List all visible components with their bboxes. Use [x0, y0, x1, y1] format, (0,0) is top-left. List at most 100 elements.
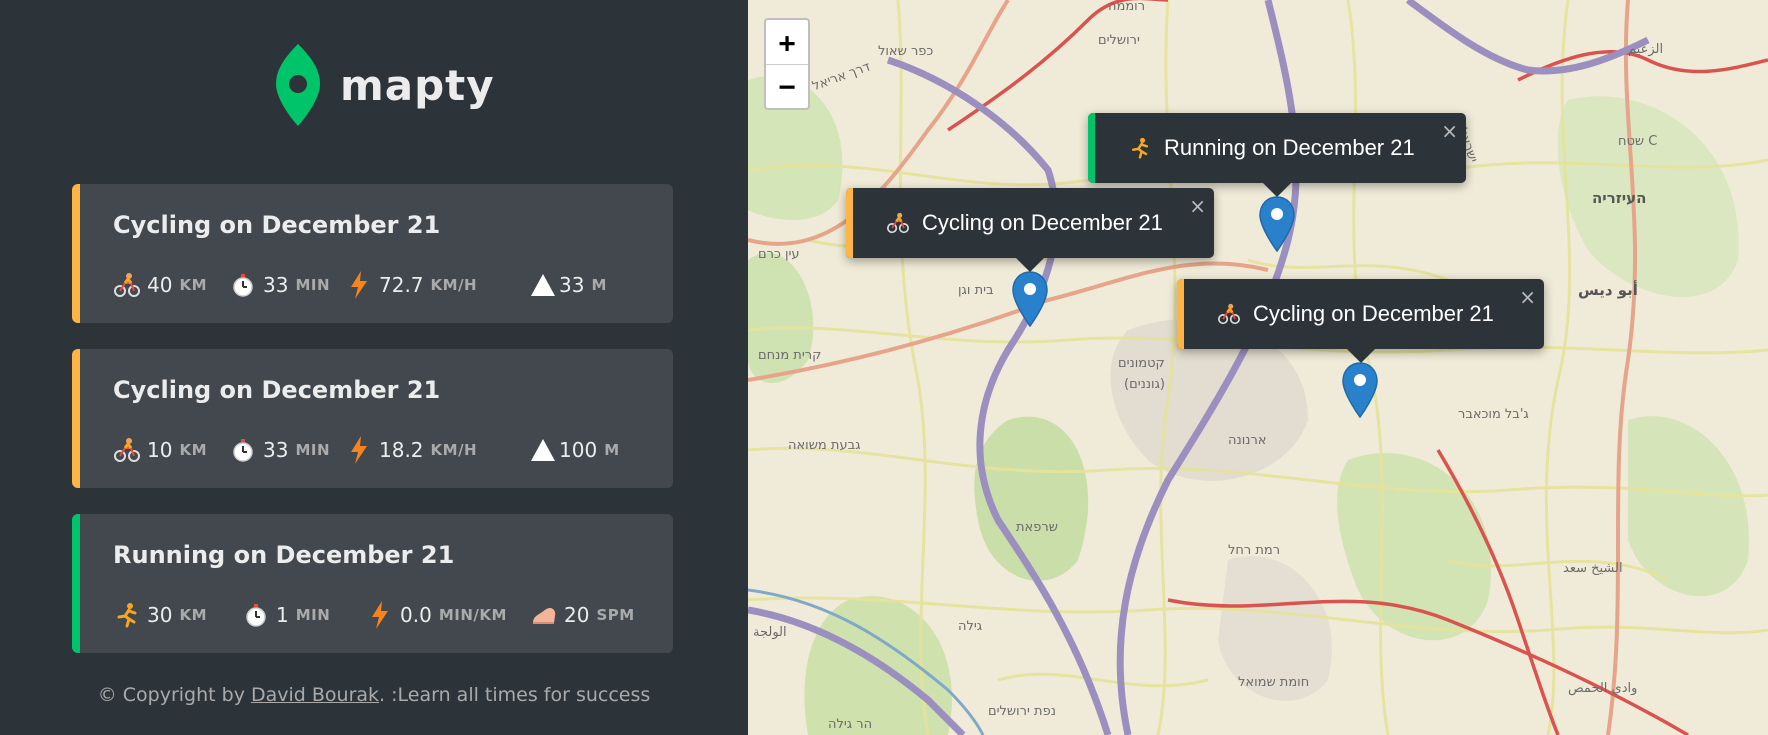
zoom-out-button[interactable]: −: [766, 64, 808, 108]
place-label: גבעת משואה: [788, 438, 860, 453]
place-label: ג'בל מוכאבר: [1458, 407, 1529, 422]
popup-tip: [1263, 183, 1291, 197]
map-pin-logo-icon: [276, 44, 320, 126]
logo-text: mapty: [340, 60, 495, 110]
workout-card[interactable]: Cycling on December 21 40 km 33 min 72.7…: [72, 184, 673, 323]
place-label: עין כרם: [758, 247, 800, 262]
place-label: ירושלים: [1098, 33, 1140, 48]
distance-value: 30: [147, 603, 173, 627]
workout-speed: 72.7 km/h: [345, 270, 477, 300]
distance-value: 40: [147, 273, 173, 297]
duration-value: 33: [263, 438, 289, 462]
place-label: ארנונה: [1228, 433, 1266, 448]
place-label: وادي الحمص: [1568, 681, 1637, 696]
runner-icon: [113, 601, 141, 629]
distance-unit: km: [179, 441, 208, 459]
author-link[interactable]: David Bourak: [251, 684, 379, 706]
place-label: الشيخ سعد: [1563, 561, 1623, 576]
mountain-icon: [529, 436, 557, 464]
duration-unit: min: [295, 276, 331, 294]
workout-popup[interactable]: Cycling on December 21 ×: [1177, 279, 1544, 363]
workout-elevation: 33 m: [529, 270, 607, 300]
stopwatch-icon: [242, 601, 270, 629]
workout-popup[interactable]: Cycling on December 21 ×: [846, 188, 1214, 272]
copyright-suffix: . :Learn all times for success: [379, 684, 651, 706]
workout-distance: 10 km: [113, 435, 207, 465]
place-label: שטח C: [1618, 134, 1657, 149]
copyright: © Copyright by David Bourak. :Learn all …: [0, 684, 748, 706]
elevation-value: 33: [559, 273, 585, 297]
workout-card[interactable]: Running on December 21 30 km 1 min 0.0 m…: [72, 514, 673, 653]
workout-duration: 33 min: [229, 435, 330, 465]
elevation-unit: m: [604, 441, 620, 459]
place-label: שרפאת: [1016, 520, 1058, 535]
popup-close-button[interactable]: ×: [1189, 194, 1206, 218]
cyclist-icon: [1217, 302, 1241, 326]
workout-duration: 33 min: [229, 270, 330, 300]
duration-value: 1: [276, 603, 289, 627]
popup-content: Cycling on December 21: [886, 210, 1163, 236]
workout-title: Cycling on December 21: [113, 211, 441, 239]
mountain-icon: [529, 271, 557, 299]
speed-unit: km/h: [430, 276, 478, 294]
place-label: קטמונים: [1118, 356, 1165, 371]
workout-popup[interactable]: Running on December 21 ×: [1088, 113, 1466, 197]
place-label: הר גילה: [828, 717, 872, 732]
place-label: כפר שאול: [878, 44, 933, 59]
distance-unit: km: [179, 606, 208, 624]
place-label: الزعيم: [1628, 42, 1663, 57]
place-label: העיזריה: [1592, 189, 1646, 207]
map-tiles[interactable]: ירושלים כפר שאול דרך אריאל שרון רוממה עי…: [748, 0, 1768, 735]
logo: mapty: [274, 44, 495, 126]
workout-card[interactable]: Cycling on December 21 10 km 33 min 18.2…: [72, 349, 673, 488]
workout-elevation: 100 m: [529, 435, 620, 465]
popup-close-button[interactable]: ×: [1519, 285, 1536, 309]
duration-value: 33: [263, 273, 289, 297]
zoom-in-button[interactable]: +: [766, 20, 808, 64]
place-label: בית וגן: [958, 283, 994, 298]
place-label: נפת ירושלים: [988, 704, 1056, 719]
speed-value: 72.7: [379, 273, 424, 297]
workout-distance: 30 km: [113, 600, 207, 630]
speed-value: 18.2: [379, 438, 424, 462]
popup-tip: [1016, 258, 1044, 272]
lightning-icon: [345, 436, 373, 464]
place-label: רמת רחל: [1228, 543, 1280, 558]
place-label: רוממה: [1108, 0, 1145, 14]
cyclist-icon: [113, 271, 141, 299]
sidebar: mapty Cycling on December 21 40 km 33 mi…: [0, 0, 748, 735]
pace-unit: min/km: [438, 606, 507, 624]
place-label: קרית מנחם: [758, 348, 821, 363]
popup-content: Cycling on December 21: [1217, 301, 1494, 327]
cyclist-icon: [886, 211, 910, 235]
popup-content: Running on December 21: [1128, 135, 1415, 161]
popup-label: Cycling on December 21: [922, 210, 1163, 235]
place-label: גילה: [958, 619, 982, 634]
map-marker-icon[interactable]: [1011, 271, 1049, 327]
popup-close-button[interactable]: ×: [1441, 119, 1458, 143]
copyright-prefix: © Copyright by: [97, 684, 251, 706]
workout-duration: 1 min: [242, 600, 330, 630]
stopwatch-icon: [229, 271, 257, 299]
map-marker-icon[interactable]: [1258, 196, 1296, 252]
duration-unit: min: [295, 441, 331, 459]
workout-title: Cycling on December 21: [113, 376, 441, 404]
cyclist-icon: [113, 436, 141, 464]
place-label: (גוננים): [1124, 377, 1165, 392]
map-marker-icon[interactable]: [1341, 362, 1379, 418]
workout-title: Running on December 21: [113, 541, 455, 569]
zoom-control: + −: [764, 18, 810, 110]
place-label: الولجة: [753, 625, 787, 640]
duration-unit: min: [295, 606, 331, 624]
popup-label: Running on December 21: [1164, 135, 1415, 160]
workout-distance: 40 km: [113, 270, 207, 300]
distance-unit: km: [179, 276, 208, 294]
lightning-icon: [345, 271, 373, 299]
map[interactable]: ירושלים כפר שאול דרך אריאל שרון רוממה עי…: [748, 0, 1768, 735]
pace-value: 0.0: [400, 603, 432, 627]
cadence-unit: spm: [596, 606, 635, 624]
foot-icon: [530, 601, 558, 629]
place-label: أبو ديس: [1578, 280, 1638, 299]
workout-pace: 0.0 min/km: [366, 600, 507, 630]
cadence-value: 20: [564, 603, 590, 627]
